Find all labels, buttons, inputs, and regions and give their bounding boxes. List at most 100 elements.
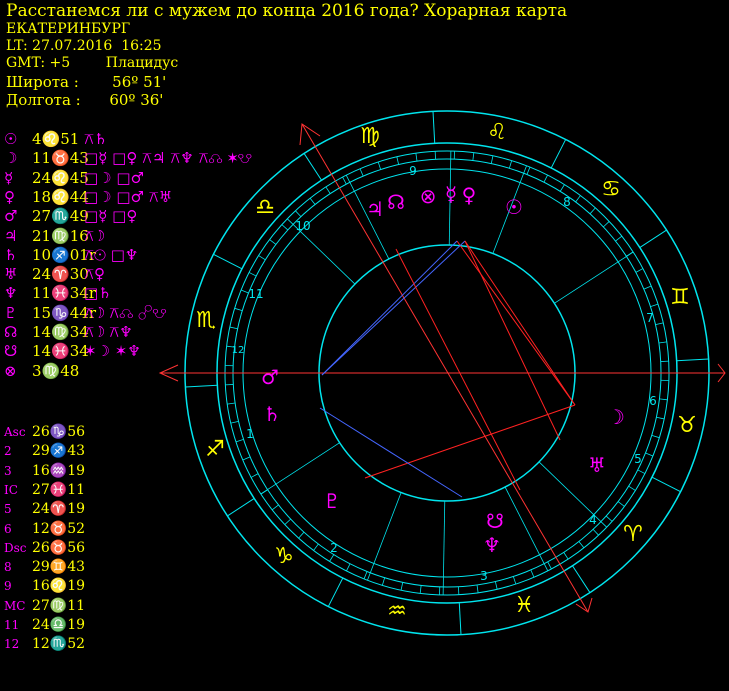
degree-tick <box>543 174 548 183</box>
taurus-icon: ♉ <box>677 413 697 438</box>
saturn-icon: ♄ <box>263 402 281 426</box>
moon-icon: ☽ <box>607 405 625 429</box>
aries-icon: ♈ <box>623 522 643 547</box>
sign-divider <box>185 384 218 388</box>
degree-tick <box>472 152 475 161</box>
degree-tick <box>419 585 422 594</box>
house-cusp <box>260 442 340 495</box>
house-number: 6 <box>649 394 657 408</box>
degree-tick <box>656 416 665 420</box>
gemini-icon: ♊ <box>670 285 690 310</box>
degree-tick <box>575 195 581 203</box>
degree-tick <box>615 235 623 242</box>
degree-tick <box>592 529 599 536</box>
aspect-line <box>319 407 463 498</box>
degree-tick <box>234 307 243 312</box>
fortune-icon: ⊗ <box>420 184 437 208</box>
degree-tick <box>563 552 569 560</box>
venus-icon: ♀ <box>462 183 477 207</box>
degree-tick <box>650 303 659 308</box>
house-number: 4 <box>589 513 597 527</box>
sign-divider <box>432 111 436 144</box>
house-number: 3 <box>480 569 488 583</box>
degree-tick <box>250 473 259 478</box>
degree-tick <box>490 155 494 164</box>
virgo-icon: ♍ <box>360 124 380 149</box>
capricorn-icon: ♑ <box>274 544 294 569</box>
degree-tick <box>589 207 596 215</box>
neptune-icon: ♆ <box>483 533 501 557</box>
mars-icon: ♂ <box>261 365 279 389</box>
degree-tick <box>651 434 660 439</box>
sun-icon: ☉ <box>505 195 523 219</box>
degree-tick <box>269 239 277 245</box>
sign-divider <box>651 476 681 493</box>
horary-chart-wheel: ♍ ♌ ♋ ♊ ♉ ♈ ♓ ♒ ♑ ♐ ♏ ♎ 1 2 3 4 5 6 7 8 … <box>158 110 726 636</box>
sign-divider <box>550 139 567 169</box>
sign-divider <box>676 358 709 362</box>
scorpio-icon: ♏ <box>196 308 216 333</box>
degree-tick <box>325 186 331 194</box>
house-cusp <box>554 251 634 304</box>
degree-tick <box>655 322 664 326</box>
degree-tick <box>494 581 498 590</box>
degree-tick <box>298 531 305 539</box>
house-number: 8 <box>563 195 571 209</box>
sign-divider <box>327 577 344 607</box>
degree-tick <box>342 176 347 185</box>
house-number: 9 <box>409 164 417 178</box>
sign-divider <box>458 602 462 635</box>
degree-tick <box>628 485 636 491</box>
degree-tick <box>476 584 479 593</box>
house-number: 1 <box>246 427 254 441</box>
degree-tick <box>512 576 517 585</box>
aspect-line <box>464 240 576 406</box>
degree-tick <box>530 569 535 578</box>
degree-tick <box>329 554 335 562</box>
north-node-icon: ☊ <box>387 190 405 214</box>
pisces-icon: ♓ <box>514 593 534 618</box>
mc-arrow-icon <box>299 123 321 146</box>
house-number: 11 <box>248 287 263 301</box>
sign-divider <box>303 153 322 181</box>
house-number: 2 <box>330 541 338 555</box>
degree-tick <box>235 438 244 443</box>
degree-tick <box>284 518 291 525</box>
aspect-lines <box>319 240 576 498</box>
degree-tick <box>645 452 654 457</box>
mercury-icon: ☿ <box>445 182 457 206</box>
aspect-line <box>395 248 521 491</box>
house-number: 5 <box>634 452 642 466</box>
aquarius-icon: ♒ <box>387 599 407 624</box>
aspect-line <box>364 404 576 479</box>
degree-tick <box>396 156 400 165</box>
south-node-icon: ☋ <box>486 509 504 533</box>
degree-tick <box>295 210 302 217</box>
degree-tick <box>258 255 266 261</box>
degree-tick <box>659 398 668 401</box>
degree-tick <box>313 543 319 551</box>
house-number: 10 <box>295 219 310 233</box>
degree-tick <box>400 582 404 591</box>
degree-tick <box>248 272 257 277</box>
libra-icon: ♎ <box>255 195 275 220</box>
degree-tick <box>603 221 610 228</box>
house-cusp <box>442 500 446 595</box>
sign-divider <box>639 229 667 248</box>
degree-tick <box>578 541 585 549</box>
leo-icon: ♌ <box>487 120 507 145</box>
degree-tick <box>508 160 513 169</box>
degree-tick <box>658 341 667 344</box>
sagittarius-icon: ♐ <box>205 437 225 462</box>
degree-tick <box>559 184 565 192</box>
degree-tick <box>547 561 552 570</box>
degree-tick <box>643 285 652 290</box>
sign-divider <box>213 253 243 270</box>
degree-tick <box>229 326 238 330</box>
sign-divider <box>227 498 255 517</box>
degree-tick <box>605 515 613 522</box>
house-number: 7 <box>646 311 654 325</box>
degree-tick <box>363 571 368 580</box>
degree-tick <box>617 501 625 507</box>
degree-tick <box>271 504 279 511</box>
